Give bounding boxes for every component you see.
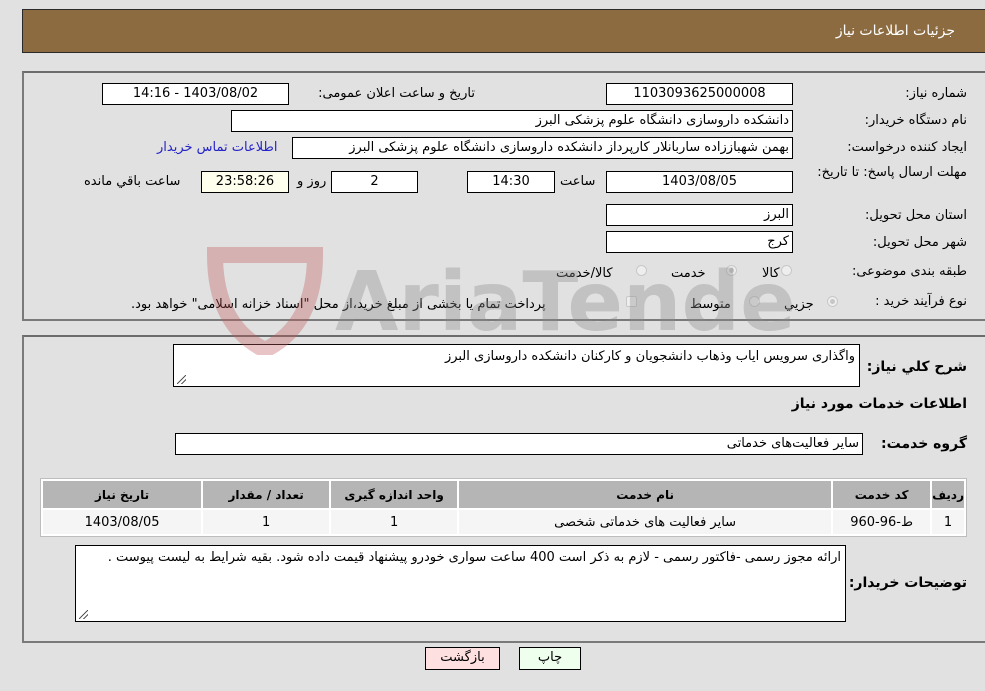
deadline-time-field[interactable]: 14:30 xyxy=(467,171,555,193)
buyer-org-label: نام دستگاه خریدار: xyxy=(864,113,967,128)
service-group-label: گروه خدمت: xyxy=(881,436,967,452)
page-header: جزئیات اطلاعات نیاز xyxy=(22,9,985,53)
back-button[interactable]: بازگشت xyxy=(425,647,500,670)
category-goods-service-radio[interactable] xyxy=(636,265,647,276)
cell-service-code: ط-96-960 xyxy=(833,510,931,534)
buyer-contact-link[interactable]: اطلاعات تماس خریدار xyxy=(157,140,277,155)
province-label: استان محل تحویل: xyxy=(865,208,967,223)
col-service-name: نام خدمت xyxy=(459,481,832,508)
category-goods-radio[interactable] xyxy=(781,265,792,276)
deadline-date-field[interactable]: 1403/08/05 xyxy=(606,171,793,193)
buyer-notes-textarea[interactable]: ارائه مجوز رسمی -فاکتور رسمی - لازم به ذ… xyxy=(75,545,846,622)
cell-quantity: 1 xyxy=(203,510,330,534)
description-text: واگذاری سرویس ایاب وذهاب دانشجویان و کار… xyxy=(444,349,855,364)
category-label: طبقه بندی موضوعی: xyxy=(851,264,967,279)
process-minor-radio[interactable] xyxy=(827,296,838,307)
category-service-radio[interactable] xyxy=(726,265,737,276)
buyer-notes-label: توضیحات خریدار: xyxy=(848,575,967,591)
purchase-process-label: نوع فرآیند خرید : xyxy=(875,294,967,309)
days-label: روز و xyxy=(297,174,327,189)
services-heading: اطلاعات خدمات مورد نیاز xyxy=(791,396,967,412)
cell-unit: 1 xyxy=(331,510,458,534)
buyer-org-field[interactable]: دانشکده داروسازی دانشگاه علوم پزشکی البر… xyxy=(231,110,793,132)
col-service-code: کد خدمت xyxy=(833,481,931,508)
city-field[interactable]: کرج xyxy=(606,231,793,253)
category-goods-label: کالا xyxy=(762,266,780,281)
resize-grip-icon[interactable] xyxy=(177,375,186,384)
announce-datetime-label: تاریخ و ساعت اعلان عمومی: xyxy=(318,86,475,101)
col-unit: واحد اندازه گیری xyxy=(331,481,458,508)
creator-field[interactable]: بهمن شهباززاده ساربانلار کارپرداز دانشکد… xyxy=(292,137,793,159)
description-label: شرح کلي نیاز: xyxy=(866,359,967,375)
process-minor-label: جزيي xyxy=(784,297,814,312)
cell-row: 1 xyxy=(932,510,964,534)
process-medium-label: متوسط xyxy=(690,297,731,312)
cell-need-date: 1403/08/05 xyxy=(43,510,202,534)
treasury-checkbox[interactable] xyxy=(626,296,637,307)
category-goods-service-label: کالا/خدمت xyxy=(556,266,613,281)
announce-datetime-field[interactable]: 1403/08/02 - 14:16 xyxy=(102,83,289,105)
remaining-time-label: ساعت باقي مانده xyxy=(84,174,181,189)
city-label: شهر محل تحویل: xyxy=(872,235,967,250)
col-row: ردیف xyxy=(932,481,964,508)
creator-label: ایجاد کننده درخواست: xyxy=(847,140,967,155)
col-need-date: تاریخ نیاز xyxy=(43,481,202,508)
col-quantity: تعداد / مقدار xyxy=(203,481,330,508)
deadline-label: مهلت ارسال پاسخ: تا تاریخ: xyxy=(817,165,967,180)
process-medium-radio[interactable] xyxy=(749,296,760,307)
need-info-panel xyxy=(22,71,985,321)
description-textarea[interactable]: واگذاری سرویس ایاب وذهاب دانشجویان و کار… xyxy=(173,344,860,387)
need-number-label: شماره نیاز: xyxy=(905,86,967,101)
treasury-checkbox-label: پرداخت تمام یا بخشی از مبلغ خرید،از محل … xyxy=(131,297,546,312)
days-remaining-field[interactable]: 2 xyxy=(331,171,418,193)
province-field[interactable]: البرز xyxy=(606,204,793,226)
resize-grip-icon[interactable] xyxy=(79,610,88,619)
services-table-header: ردیف کد خدمت نام خدمت واحد اندازه گیری ت… xyxy=(43,481,964,508)
services-table: ردیف کد خدمت نام خدمت واحد اندازه گیری ت… xyxy=(40,478,967,537)
category-service-label: خدمت xyxy=(671,266,706,281)
buyer-notes-text: ارائه مجوز رسمی -فاکتور رسمی - لازم به ذ… xyxy=(107,550,841,565)
deadline-time-label: ساعت xyxy=(560,174,596,189)
need-number-field[interactable]: 1103093625000008 xyxy=(606,83,793,105)
remaining-time-field[interactable]: 23:58:26 xyxy=(201,171,289,193)
cell-service-name: سایر فعالیت های خدماتی شخصی xyxy=(459,510,832,534)
service-group-field[interactable]: سایر فعالیت‌های خدماتی xyxy=(175,433,863,455)
print-button[interactable]: چاپ xyxy=(519,647,581,670)
table-row: 1 ط-96-960 سایر فعالیت های خدماتی شخصی 1… xyxy=(43,510,964,534)
page-title: جزئیات اطلاعات نیاز xyxy=(835,23,955,39)
